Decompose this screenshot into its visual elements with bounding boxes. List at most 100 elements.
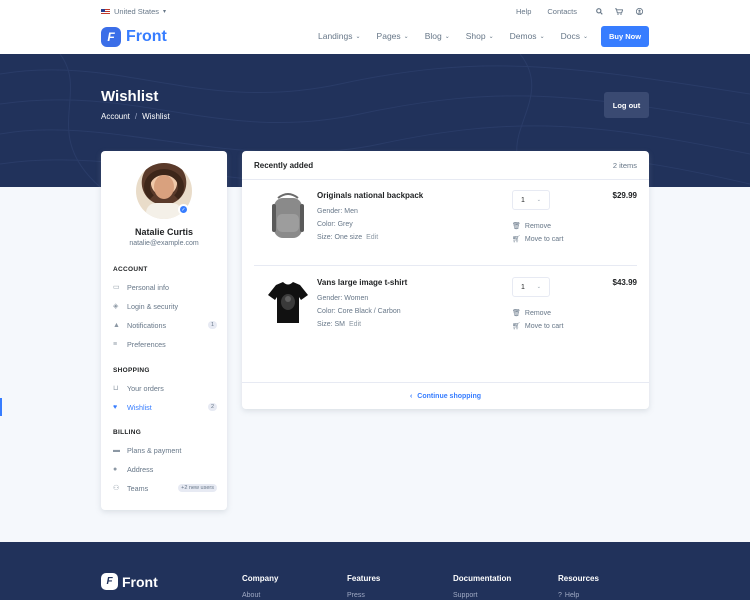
sidebar-item-label: Notifications [127, 320, 167, 330]
nav-item-docs[interactable]: Docs ⌄ [561, 31, 588, 41]
front-logo[interactable]: F Front [101, 27, 167, 47]
locale-selector[interactable]: United States ▾ [101, 7, 166, 16]
continue-shopping-label: Continue shopping [417, 392, 482, 400]
nav-item-label: Demos [509, 31, 537, 41]
breadcrumb-wishlist: Wishlist [142, 112, 170, 121]
help-link[interactable]: Help [516, 7, 531, 16]
sidebar-item-notifications[interactable]: ▲ Notifications 1 [113, 318, 217, 332]
sidebar-item-login-security[interactable]: ◈ Login & security [113, 299, 217, 313]
avatar-shirt [146, 203, 182, 219]
footer-logo-text: Front [122, 573, 158, 590]
front-logo-mark: F [101, 27, 121, 47]
product-color: Color: Core Black / Carbon [317, 308, 401, 315]
footer-column-title: Features [347, 574, 381, 583]
wishlist-item: Originals national backpack Gender: Men … [254, 180, 637, 266]
teams-new-users-badge: +2 new users [178, 484, 217, 492]
nav-item-label: Shop [465, 31, 486, 41]
nav-item-label: Blog [424, 31, 442, 41]
footer-column-title: Resources [558, 574, 599, 583]
move-to-cart-button[interactable]: 🛒︎ Move to cart [512, 322, 563, 331]
quantity-select[interactable]: 1 ⌄ [512, 190, 550, 210]
search-icon[interactable] [589, 8, 609, 15]
map-pin-icon: ● [113, 465, 118, 473]
edit-size-link[interactable]: Edit [349, 321, 361, 328]
sidebar-item-label: Wishlist [127, 402, 152, 412]
nav-links: Landings ⌄ Pages ⌄ Blog ⌄ Shop ⌄ Demos ⌄ Docs… [318, 31, 588, 41]
wishlist-item: Vans large image t-shirt Gender: Women C… [254, 267, 637, 353]
nav-item-pages[interactable]: Pages ⌄ [377, 31, 409, 41]
move-to-cart-button[interactable]: 🛒︎ Move to cart [512, 235, 564, 244]
sidebar-item-label: Plans & payment [127, 445, 182, 455]
chevron-left-icon: ‹ [409, 392, 413, 400]
remove-button[interactable]: 🗑︎ Remove [512, 222, 551, 231]
nav-item-label: Landings [318, 31, 353, 41]
footer-column-title: Company [242, 574, 279, 583]
sidebar-item-label: Address [127, 464, 154, 474]
locale-label: United States [114, 7, 160, 16]
cart-icon[interactable] [609, 8, 629, 15]
backpack-image [272, 193, 304, 238]
sliders-icon: ≡ [113, 340, 118, 348]
product-gender: Gender: Men [317, 208, 358, 215]
contacts-link[interactable]: Contacts [547, 7, 577, 16]
chevron-down-icon: ⌄ [539, 33, 545, 40]
main-navbar: F Front Landings ⌄ Pages ⌄ Blog ⌄ Shop ⌄ Dem… [0, 22, 750, 54]
buy-now-button[interactable]: Buy Now [601, 26, 649, 47]
account-sidebar: ✓ Natalie Curtis natalie@example.com ACC… [101, 151, 227, 510]
footer-logo-mark: F [101, 573, 118, 590]
product-size-row: Size: SM Edit [317, 321, 361, 328]
sidebar-item-wishlist[interactable]: ♥ Wishlist 2 [113, 400, 217, 414]
section-title-shopping: SHOPPING [113, 367, 150, 374]
logout-button[interactable]: Log out [604, 92, 649, 118]
sidebar-item-teams[interactable]: ⚇ Teams +2 new users [113, 481, 217, 495]
footer: F Front Company About Features Press Doc… [0, 542, 750, 600]
product-name[interactable]: Originals national backpack [317, 191, 423, 200]
section-title-account: ACCOUNT [113, 266, 148, 273]
sidebar-item-label: Your orders [127, 383, 164, 393]
footer-help-link[interactable]: ? Help [558, 592, 599, 599]
quantity-value: 1 [521, 196, 525, 204]
cart-icon: 🛒︎ [512, 323, 521, 330]
breadcrumb-account[interactable]: Account [101, 112, 130, 121]
nav-item-blog[interactable]: Blog ⌄ [425, 31, 450, 41]
nav-item-landings[interactable]: Landings ⌄ [318, 31, 361, 41]
profile-name: Natalie Curtis [134, 227, 194, 237]
chevron-down-icon: ⌄ [355, 33, 361, 40]
page-title: Wishlist [101, 88, 159, 105]
remove-button[interactable]: 🗑︎ Remove [512, 309, 551, 318]
sidebar-item-preferences[interactable]: ≡ Preferences [113, 337, 217, 351]
verified-badge-icon: ✓ [178, 204, 189, 215]
nav-item-label: Pages [376, 31, 401, 41]
footer-link[interactable]: Press [347, 592, 380, 599]
nav-item-demos[interactable]: Demos ⌄ [510, 31, 545, 41]
basket-icon: ⊔ [113, 385, 119, 392]
active-item-indicator [0, 398, 2, 416]
sidebar-item-plans-payment[interactable]: ▬ Plans & payment [113, 443, 217, 457]
remove-label: Remove [524, 309, 551, 317]
product-gender: Gender: Women [317, 295, 369, 302]
user-icon[interactable] [629, 8, 649, 15]
sidebar-item-personal-info[interactable]: ▭ Personal info [113, 280, 217, 294]
wishlist-card: Recently added 2 items Originals nationa… [242, 151, 649, 409]
nav-item-shop[interactable]: Shop ⌄ [466, 31, 494, 41]
sidebar-item-your-orders[interactable]: ⊔ Your orders [113, 381, 217, 395]
cart-icon: 🛒︎ [512, 236, 521, 243]
sidebar-item-address[interactable]: ● Address [113, 462, 217, 476]
chevron-down-icon: ⌄ [488, 33, 494, 40]
product-price: $29.99 [612, 191, 637, 200]
footer-link[interactable]: Support [453, 592, 511, 599]
product-size-row: Size: One size Edit [317, 234, 378, 241]
continue-shopping-link[interactable]: ‹ Continue shopping [242, 382, 649, 409]
edit-size-link[interactable]: Edit [366, 234, 378, 241]
footer-link[interactable]: About [242, 592, 278, 599]
footer-logo[interactable]: F Front [101, 573, 158, 590]
move-to-cart-label: Move to cart [524, 235, 564, 243]
product-price: $43.99 [612, 278, 637, 287]
tshirt-image [268, 282, 308, 323]
sidebar-item-label: Preferences [127, 339, 166, 349]
chevron-down-icon: ⌄ [536, 284, 541, 290]
chevron-down-icon: ⌄ [582, 33, 588, 40]
quantity-select[interactable]: 1 ⌄ [512, 277, 550, 297]
trash-icon: 🗑︎ [512, 223, 521, 230]
product-name[interactable]: Vans large image t-shirt [317, 278, 407, 287]
